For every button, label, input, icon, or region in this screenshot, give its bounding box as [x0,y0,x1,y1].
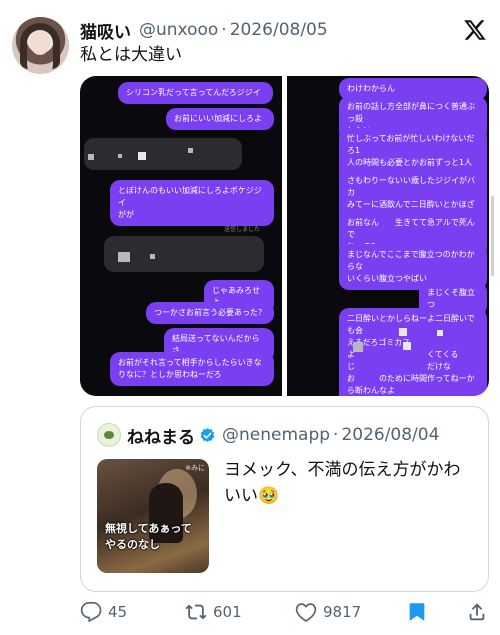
retweet-count: 601 [213,603,242,621]
bookmark-button[interactable] [406,598,434,626]
bookmark-icon [409,603,425,621]
sent-status: 送信しました [224,226,261,233]
display-name[interactable]: 猫吸い [80,18,131,43]
thumb-tag: ※みに [185,464,205,472]
chat-bubble: 二日酔いとかしらねーよ二日酔いでも会 えるだろゴミカス よ くてくる じ だけな… [339,308,487,396]
separator: · [333,425,339,445]
redaction [150,254,155,259]
redaction [88,154,94,160]
action-bar: 45 601 9817 [80,598,490,626]
reply-icon [80,602,102,623]
scrollbar[interactable] [491,196,494,276]
like-icon [295,603,317,622]
quote-text: ヨメック、不満の伝え方がかわいい🥹 [224,460,461,506]
share-button[interactable] [466,598,494,626]
verified-badge-icon [200,427,215,442]
chat-screenshot-right[interactable]: わけわからん お前の話し方全部が鼻につく普通ぶっ殺 したい 忙しぶってお前が忙し… [287,76,489,396]
avatar[interactable] [12,17,69,74]
tweet-date[interactable]: 2026/08/05 [230,20,328,40]
quote-video-thumbnail[interactable]: ※みに 無視してあぁって やるのなし [97,459,209,573]
quoted-tweet[interactable]: ねねまる @nenemapp · 2026/08/04 ※みに 無視してあぁって… [80,406,489,592]
thumb-caption: 無視してあぁって やるのなし [105,522,192,551]
chat-bubble: お前にいい加減にしろよ [166,108,274,130]
redaction [138,152,146,160]
reply-button[interactable]: 45 [80,598,127,626]
tweet-text: 私とは大違い [80,45,182,65]
media-grid[interactable]: シリコン乳だって言ってんだろジジイ お前にいい加減にしろよ とぼけんのもいい加減… [80,76,489,396]
tweet: 猫吸い @unxooo · 2026/08/05 私とは大違い シリコン乳だって… [0,0,500,635]
chat-bubble: つーかさお前言う必要あった？ [146,302,274,324]
like-count: 9817 [323,603,362,621]
reply-count: 45 [108,603,128,621]
redaction [353,342,363,352]
retweet-icon [185,604,207,620]
chat-screenshot-left[interactable]: シリコン乳だって言ってんだろジジイ お前にいい加減にしろよ とぼけんのもいい加減… [80,76,282,396]
tweet-header: 猫吸い @unxooo · 2026/08/05 [80,18,328,43]
quote-date: 2026/08/04 [341,425,440,445]
quote-display-name[interactable]: ねねまる [127,423,195,448]
share-icon [469,603,485,621]
redaction [403,342,411,350]
chat-bubble: シリコン乳だって言ってんだろジジイ [118,82,273,104]
chat-bubble: お前がそれ言って相手からしたらいきな りなに？としか思わねーだろ [110,352,274,386]
chat-bubble: とぼけんのもいい加減にしろよボケジジイ がが [110,180,274,226]
handle[interactable]: @unxooo [139,20,218,40]
separator: · [221,20,227,40]
quote-avatar[interactable] [97,423,121,447]
quote-handle[interactable]: @nenemapp [222,425,330,445]
redaction [118,154,122,158]
redaction [399,328,407,336]
retweet-button[interactable]: 601 [185,598,242,626]
redaction [437,330,443,336]
redaction [118,252,130,262]
redaction [188,148,193,153]
redacted-bubble [84,138,242,170]
like-button[interactable]: 9817 [295,598,361,626]
x-logo-icon[interactable] [463,18,487,42]
quote-header: ねねまる @nenemapp · 2026/08/04 [127,423,440,448]
